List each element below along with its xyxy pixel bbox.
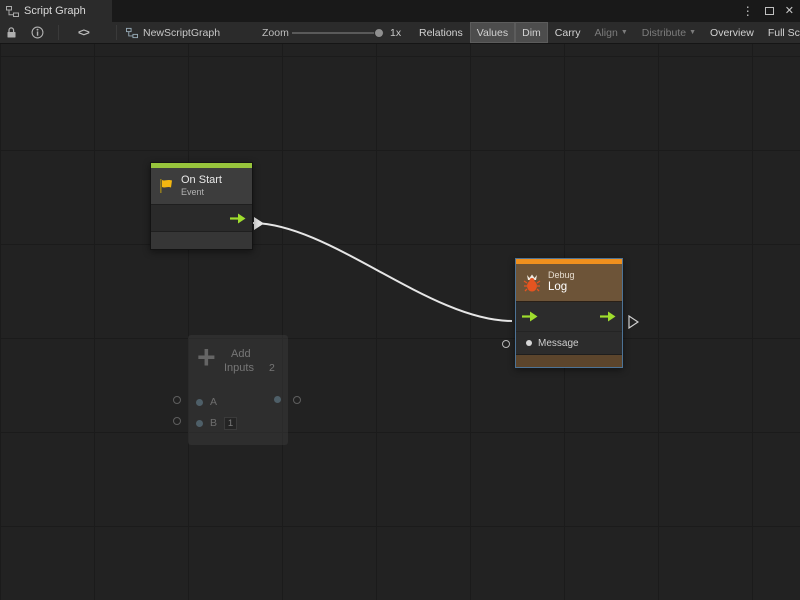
- flag-icon: [157, 177, 175, 195]
- zoom-slider[interactable]: [292, 22, 384, 43]
- chevron-down-icon: ▼: [621, 29, 628, 36]
- overview-button[interactable]: Overview: [703, 22, 761, 43]
- carry-output-triangle[interactable]: [628, 315, 639, 329]
- code-icon: <>: [78, 27, 89, 39]
- on-start-titles: On Start Event: [181, 174, 222, 198]
- fullscreen-button[interactable]: Full Screen: [761, 22, 800, 43]
- debug-control-row: [516, 302, 622, 331]
- node-add-dimmed[interactable]: + Add Inputs 2 A B 1: [188, 335, 288, 445]
- zoom-slider-track[interactable]: [292, 32, 384, 34]
- code-view-button[interactable]: <>: [78, 22, 89, 43]
- node-category: Debug: [548, 270, 575, 281]
- node-subtitle: Event: [181, 187, 222, 198]
- carry-button[interactable]: Carry: [548, 22, 588, 43]
- debug-log-footer: [516, 354, 622, 367]
- value-output-port[interactable]: [274, 396, 281, 403]
- toolbar-separator: [58, 25, 59, 40]
- connection-wire[interactable]: [252, 223, 512, 321]
- unconnected-port-ring[interactable]: [173, 417, 181, 425]
- value-input-port-a[interactable]: [196, 399, 203, 406]
- node-title: On Start: [181, 174, 222, 187]
- node-title: Add: [231, 348, 251, 360]
- unconnected-port-ring[interactable]: [293, 396, 301, 404]
- port-row-a: A: [188, 393, 217, 411]
- unconnected-port-ring[interactable]: [502, 340, 510, 348]
- align-dropdown: Align ▼: [587, 22, 634, 43]
- chevron-down-icon: ▼: [689, 29, 696, 36]
- zoom-slider-knob[interactable]: [374, 28, 384, 38]
- debug-log-titles: Debug Log: [548, 270, 575, 295]
- graph-canvas[interactable]: On Start Event: [0, 44, 800, 600]
- node-title: Log: [548, 281, 575, 295]
- toolbar-buttons: Relations Values Dim Carry Align ▼ Distr…: [412, 22, 800, 43]
- values-button[interactable]: Values: [470, 22, 515, 43]
- zoom-value: 1x: [390, 22, 401, 43]
- lock-icon: [6, 26, 17, 39]
- control-input-port[interactable]: [522, 311, 538, 322]
- inputs-count[interactable]: 2: [269, 362, 275, 374]
- toolbar-separator: [116, 25, 117, 40]
- title-bar: Script Graph ⋮ ✕: [0, 0, 800, 22]
- wire-start-arrowhead: [254, 217, 264, 230]
- relations-button[interactable]: Relations: [412, 22, 470, 43]
- wire-layer: [0, 44, 800, 600]
- script-graph-window: Script Graph ⋮ ✕ <>: [0, 0, 800, 600]
- lock-button[interactable]: [6, 22, 17, 43]
- node-on-start[interactable]: On Start Event: [150, 162, 253, 250]
- graph-name: NewScriptGraph: [143, 27, 220, 39]
- plus-icon: +: [197, 337, 216, 379]
- maximize-icon[interactable]: [765, 7, 774, 15]
- control-output-port[interactable]: [600, 311, 616, 322]
- window-controls: ⋮ ✕: [742, 0, 794, 22]
- info-button[interactable]: [31, 22, 44, 43]
- message-port-label: Message: [538, 338, 579, 349]
- unconnected-port-ring[interactable]: [173, 396, 181, 404]
- value-input-port-b[interactable]: [196, 420, 203, 427]
- message-input-port[interactable]: [526, 340, 532, 346]
- port-a-label: A: [210, 396, 217, 408]
- message-port-row: Message: [516, 331, 622, 354]
- graph-asset-selector[interactable]: NewScriptGraph: [126, 22, 220, 43]
- node-debug-log[interactable]: Debug Log Message: [515, 258, 623, 368]
- close-icon[interactable]: ✕: [785, 6, 794, 17]
- zoom-label: Zoom: [262, 22, 289, 43]
- inputs-label: Inputs: [224, 362, 254, 374]
- dim-button[interactable]: Dim: [515, 22, 548, 43]
- debug-log-header[interactable]: Debug Log: [516, 264, 622, 302]
- graph-toolbar: <> NewScriptGraph Zoom 1x Relations Valu…: [0, 22, 800, 44]
- distribute-dropdown: Distribute ▼: [635, 22, 703, 43]
- window-menu-icon[interactable]: ⋮: [742, 5, 754, 17]
- tab-title: Script Graph: [24, 5, 86, 17]
- graph-tab-icon: [6, 5, 19, 18]
- port-b-value-field[interactable]: 1: [224, 417, 237, 430]
- info-icon: [31, 26, 44, 39]
- bug-icon: [522, 273, 542, 293]
- on-start-footer: [151, 232, 252, 249]
- control-output-port[interactable]: [230, 213, 246, 224]
- graph-asset-icon: [126, 27, 138, 39]
- port-b-label: B: [210, 417, 217, 429]
- port-row-b: B 1: [188, 414, 237, 432]
- tab-script-graph[interactable]: Script Graph: [0, 0, 112, 22]
- on-start-header[interactable]: On Start Event: [151, 168, 252, 205]
- on-start-body: [151, 205, 252, 232]
